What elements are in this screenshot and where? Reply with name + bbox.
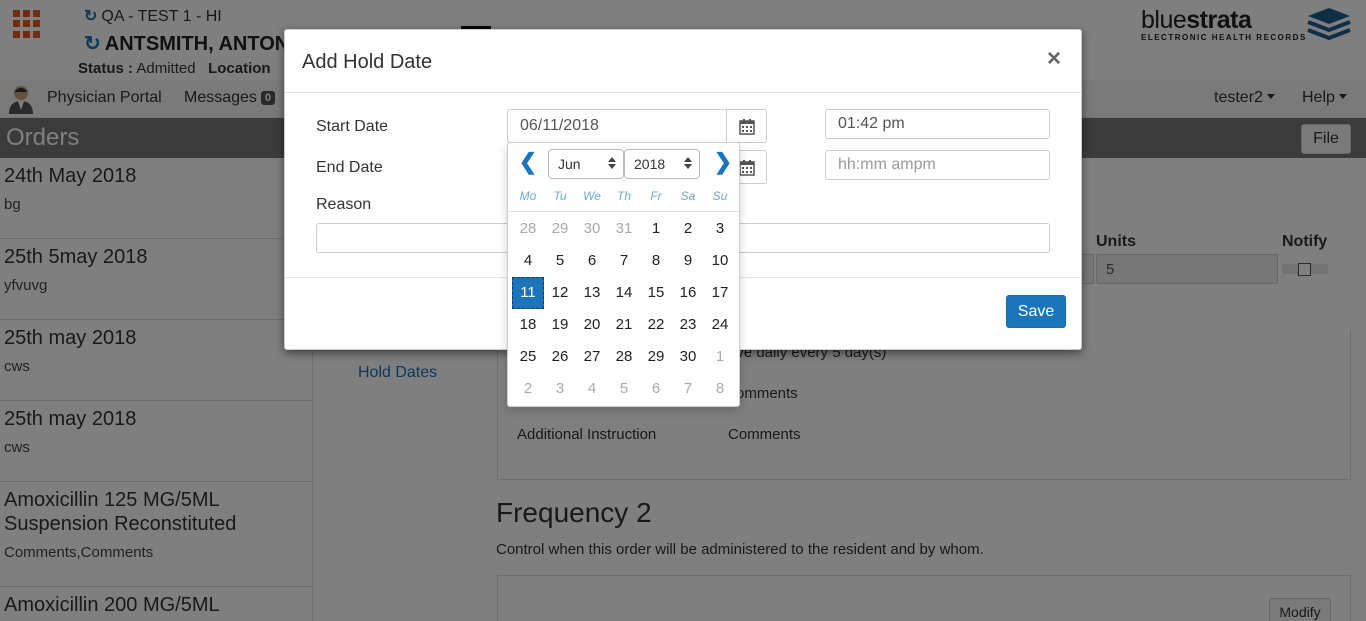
calendar-day[interactable]: 8 xyxy=(640,245,672,277)
start-date-calendar-button[interactable] xyxy=(726,109,767,143)
calendar-day[interactable]: 9 xyxy=(672,245,704,277)
datepicker-popup: ❮ Jun 2018 ❯ Mo Tu We Th Fr Sa Su 28 29 30 31 1 2 3 4… xyxy=(507,142,740,407)
calendar-day[interactable]: 12 xyxy=(544,277,576,309)
next-month-icon[interactable]: ❯ xyxy=(711,149,735,175)
calendar-day[interactable]: 29 xyxy=(544,213,576,245)
calendar-day[interactable]: 8 xyxy=(704,373,736,405)
weekday-header: Tu xyxy=(553,189,567,203)
start-date-field[interactable] xyxy=(507,109,728,143)
calendar-icon xyxy=(739,119,755,135)
calendar-day[interactable]: 2 xyxy=(512,373,544,405)
datepicker-divider xyxy=(508,211,739,212)
close-icon[interactable]: × xyxy=(1047,47,1061,71)
calendar-day[interactable]: 5 xyxy=(544,245,576,277)
weekday-header: Mo xyxy=(519,189,537,203)
modal-title: Add Hold Date xyxy=(302,51,433,73)
calendar-day[interactable]: 22 xyxy=(640,309,672,341)
calendar-day[interactable]: 14 xyxy=(608,277,640,309)
calendar-icon xyxy=(739,160,755,176)
calendar-day[interactable]: 1 xyxy=(704,341,736,373)
calendar-day[interactable]: 25 xyxy=(512,341,544,373)
start-date-label: Start Date xyxy=(316,118,389,135)
modal-header-divider xyxy=(285,92,1081,93)
save-button[interactable]: Save xyxy=(1006,295,1066,328)
calendar-day[interactable]: 5 xyxy=(608,373,640,405)
calendar-day[interactable]: 1 xyxy=(640,213,672,245)
weekday-header: Th xyxy=(616,189,631,203)
selected-day[interactable]: 11 xyxy=(512,277,544,309)
calendar-day[interactable]: 7 xyxy=(672,373,704,405)
calendar-day[interactable]: 24 xyxy=(704,309,736,341)
calendar-day[interactable]: 15 xyxy=(640,277,672,309)
calendar-day[interactable]: 4 xyxy=(512,245,544,277)
calendar-day[interactable]: 23 xyxy=(672,309,704,341)
prev-month-icon[interactable]: ❮ xyxy=(516,149,540,175)
calendar-day[interactable]: 29 xyxy=(640,341,672,373)
weekday-header: Fr xyxy=(650,189,662,203)
weekday-header: Su xyxy=(712,189,728,203)
calendar-day[interactable]: 2 xyxy=(672,213,704,245)
calendar-day[interactable]: 17 xyxy=(704,277,736,309)
calendar-day[interactable]: 10 xyxy=(704,245,736,277)
weekday-header: We xyxy=(583,189,601,203)
calendar-day[interactable]: 28 xyxy=(512,213,544,245)
calendar-day[interactable]: 21 xyxy=(608,309,640,341)
select-arrows-icon xyxy=(684,157,692,169)
calendar-day[interactable]: 28 xyxy=(608,341,640,373)
start-time-field[interactable] xyxy=(825,109,1050,139)
calendar-day[interactable]: 6 xyxy=(576,245,608,277)
calendar-day[interactable]: 3 xyxy=(544,373,576,405)
end-time-field[interactable] xyxy=(825,150,1050,180)
calendar-day[interactable]: 27 xyxy=(576,341,608,373)
calendar-day[interactable]: 13 xyxy=(576,277,608,309)
calendar-day[interactable]: 31 xyxy=(608,213,640,245)
end-date-label: End Date xyxy=(316,159,383,176)
calendar-day[interactable]: 26 xyxy=(544,341,576,373)
select-arrows-icon xyxy=(608,157,616,169)
month-select[interactable]: Jun xyxy=(548,149,624,179)
calendar-day[interactable]: 30 xyxy=(672,341,704,373)
calendar-day[interactable]: 6 xyxy=(640,373,672,405)
weekday-header: Sa xyxy=(680,189,696,203)
calendar-day[interactable]: 19 xyxy=(544,309,576,341)
year-select[interactable]: 2018 xyxy=(624,149,700,179)
calendar-day[interactable]: 18 xyxy=(512,309,544,341)
reason-label: Reason xyxy=(316,196,372,213)
calendar-day[interactable]: 7 xyxy=(608,245,640,277)
calendar-day[interactable]: 4 xyxy=(576,373,608,405)
calendar-day[interactable]: 30 xyxy=(576,213,608,245)
calendar-day[interactable]: 16 xyxy=(672,277,704,309)
calendar-day[interactable]: 20 xyxy=(576,309,608,341)
calendar-day[interactable]: 3 xyxy=(704,213,736,245)
